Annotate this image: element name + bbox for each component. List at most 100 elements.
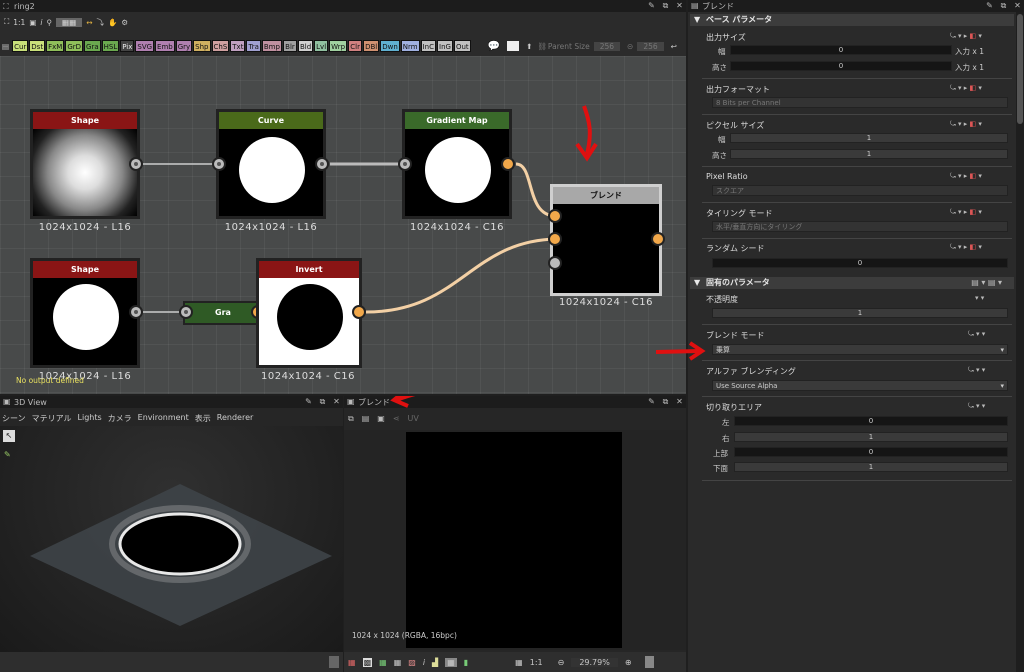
- pin-icon[interactable]: ✎: [985, 1, 994, 10]
- search-icon[interactable]: ⚲: [47, 18, 53, 27]
- float-icon[interactable]: ⧉: [661, 1, 670, 10]
- crop-left-slider[interactable]: 0: [734, 416, 1008, 426]
- palette-chip-inc[interactable]: InC: [420, 40, 436, 52]
- settings-icon[interactable]: [644, 656, 654, 668]
- palette-chip-out[interactable]: Out: [453, 40, 471, 52]
- frame-icon[interactable]: ⛶: [4, 17, 9, 27]
- palette-chip-tra[interactable]: Tra: [246, 40, 261, 52]
- palette-chip-emb[interactable]: Emb: [155, 40, 175, 52]
- zoom-field[interactable]: 29.79%: [571, 657, 618, 667]
- gradient-map-input-port[interactable]: [398, 157, 412, 171]
- param-icons[interactable]: ⤿ ▾ ▸ ◧ ▾: [950, 243, 1014, 252]
- menu-item[interactable]: カメラ: [108, 413, 132, 424]
- save-icon[interactable]: ▤: [362, 414, 370, 424]
- close-icon[interactable]: ✕: [1013, 1, 1022, 10]
- hand-icon[interactable]: ✋: [108, 18, 117, 27]
- gradient-map-output-port[interactable]: [501, 157, 515, 171]
- ratio-button[interactable]: 1:1: [530, 658, 543, 667]
- comment-icon[interactable]: 💬: [488, 41, 500, 52]
- palette-chip-nrm[interactable]: Nrm: [400, 40, 420, 52]
- lock-icon[interactable]: ⊝: [627, 42, 633, 51]
- param-icons[interactable]: ⤿ ▾ ▸ ◧ ▾: [950, 120, 1014, 129]
- gear-icon[interactable]: ⚙: [121, 18, 128, 27]
- mask-icon[interactable]: ▨: [408, 658, 416, 667]
- palette-chip-hsl[interactable]: HSL: [101, 40, 120, 52]
- checker-icon[interactable]: ▩: [362, 657, 373, 667]
- param-icons[interactable]: ⤿ ▾ ▾: [968, 402, 1014, 411]
- alpha-blending-dropdown[interactable]: Use Source Alpha ▾: [712, 380, 1008, 391]
- menu-item[interactable]: マテリアル: [32, 413, 72, 424]
- palette-chip-ing[interactable]: InG: [437, 40, 453, 52]
- info-icon[interactable]: i: [40, 18, 42, 27]
- pin-icon[interactable]: ✎: [647, 397, 656, 406]
- output-format-dropdown[interactable]: 8 Bits per Channel: [712, 97, 1008, 108]
- pin-icon[interactable]: ✎: [647, 1, 656, 10]
- alpha-icon[interactable]: ▦: [379, 658, 387, 667]
- palette-chip-lvl[interactable]: Lvl: [314, 40, 329, 52]
- palette-chip-fxm[interactable]: FxM: [46, 40, 65, 52]
- link-icon[interactable]: ⤵: [97, 17, 105, 28]
- param-icons[interactable]: ⤿ ▾ ▸ ◧ ▾: [950, 32, 1014, 41]
- palette-chip-gry[interactable]: Gry: [175, 40, 193, 52]
- image-icon[interactable]: ▣: [29, 18, 36, 27]
- palette-chip-chs[interactable]: ChS: [211, 40, 230, 52]
- split-icon[interactable]: ▦: [445, 657, 457, 667]
- palette-chip-dbl[interactable]: DBl: [363, 40, 380, 52]
- palette-chip-txt[interactable]: Txt: [230, 40, 246, 52]
- compare-icon[interactable]: ▮: [464, 658, 468, 667]
- palette-chip-grd[interactable]: GrD: [65, 40, 84, 52]
- tile-icon[interactable]: ▦: [394, 658, 402, 667]
- float-icon[interactable]: ⧉: [318, 397, 327, 406]
- crop-right-slider[interactable]: 1: [734, 432, 1008, 442]
- curve-input-port[interactable]: [212, 157, 226, 171]
- reset-icon[interactable]: ↩: [671, 42, 677, 51]
- palette-chip-bld[interactable]: Bld: [297, 40, 314, 52]
- palette-icon[interactable]: ▤: [2, 42, 9, 51]
- random-seed-slider[interactable]: 0: [712, 258, 1008, 268]
- parent-size-icon[interactable]: ⛓: [537, 42, 547, 51]
- crop-bottom-slider[interactable]: 1: [734, 462, 1008, 472]
- float-icon[interactable]: ⧉: [999, 1, 1008, 10]
- invert-node[interactable]: Invert: [256, 258, 362, 368]
- tiling-mode-dropdown[interactable]: 水平/垂直方向にタイリング: [712, 221, 1008, 232]
- collapse-icon[interactable]: ▼: [694, 277, 700, 289]
- float-icon[interactable]: ⧉: [661, 397, 670, 406]
- blend-mode-dropdown[interactable]: 乗算 ▾: [712, 344, 1008, 355]
- input-mode-label[interactable]: 入力 x 1: [955, 62, 984, 73]
- crop-top-slider[interactable]: 0: [734, 447, 1008, 457]
- palette-chip-wrp[interactable]: Wrp: [329, 40, 348, 52]
- param-icons[interactable]: ⤿ ▾ ▾: [968, 366, 1014, 375]
- palette-chip-blr[interactable]: Blr: [282, 40, 297, 52]
- pixel-height-slider[interactable]: 1: [730, 149, 1008, 159]
- curve-output-port[interactable]: [315, 157, 329, 171]
- blend-output-port[interactable]: [651, 232, 665, 246]
- specific-params-header[interactable]: ▼ 固有のパラメータ ▤ ▾ ▤ ▾: [690, 277, 1014, 289]
- menu-item[interactable]: Lights: [78, 413, 102, 424]
- parent-width-field[interactable]: 256: [593, 41, 621, 51]
- uv-dropdown[interactable]: UV: [408, 414, 419, 424]
- palette-chip-shp[interactable]: Shp: [193, 40, 211, 52]
- curve-node[interactable]: Curve: [216, 109, 326, 219]
- blend-foreground-port[interactable]: [548, 209, 562, 223]
- align-icon[interactable]: ↔: [86, 18, 92, 27]
- palette-chip-gra[interactable]: Gra: [84, 40, 101, 52]
- share-icon[interactable]: ⋖: [393, 414, 400, 424]
- pin-node-icon[interactable]: ⬆: [526, 42, 532, 51]
- param-icons[interactable]: ▾ ▾: [975, 294, 1014, 302]
- menu-item[interactable]: 表示: [195, 413, 211, 424]
- invert-output-port[interactable]: [352, 305, 366, 319]
- histogram-icon[interactable]: ▟: [432, 658, 438, 667]
- close-icon[interactable]: ✕: [675, 1, 684, 10]
- frame-box-icon[interactable]: [507, 41, 520, 51]
- zoom-out-icon[interactable]: ⊖: [558, 658, 565, 667]
- base-params-header[interactable]: ▼ ベース パラメータ: [690, 14, 1014, 26]
- pin-icon[interactable]: ✎: [304, 397, 313, 406]
- palette-chip-dwn[interactable]: Dwn: [380, 40, 400, 52]
- menu-item[interactable]: Environment: [138, 413, 189, 424]
- blend-mask-port[interactable]: [548, 256, 562, 270]
- pixel-ratio-dropdown[interactable]: スクエア: [712, 185, 1008, 196]
- 3d-settings-icon[interactable]: [329, 656, 339, 668]
- palette-chip-clr[interactable]: Clr: [348, 40, 363, 52]
- parent-height-field[interactable]: 256: [637, 41, 664, 51]
- output-height-slider[interactable]: 0: [730, 61, 952, 71]
